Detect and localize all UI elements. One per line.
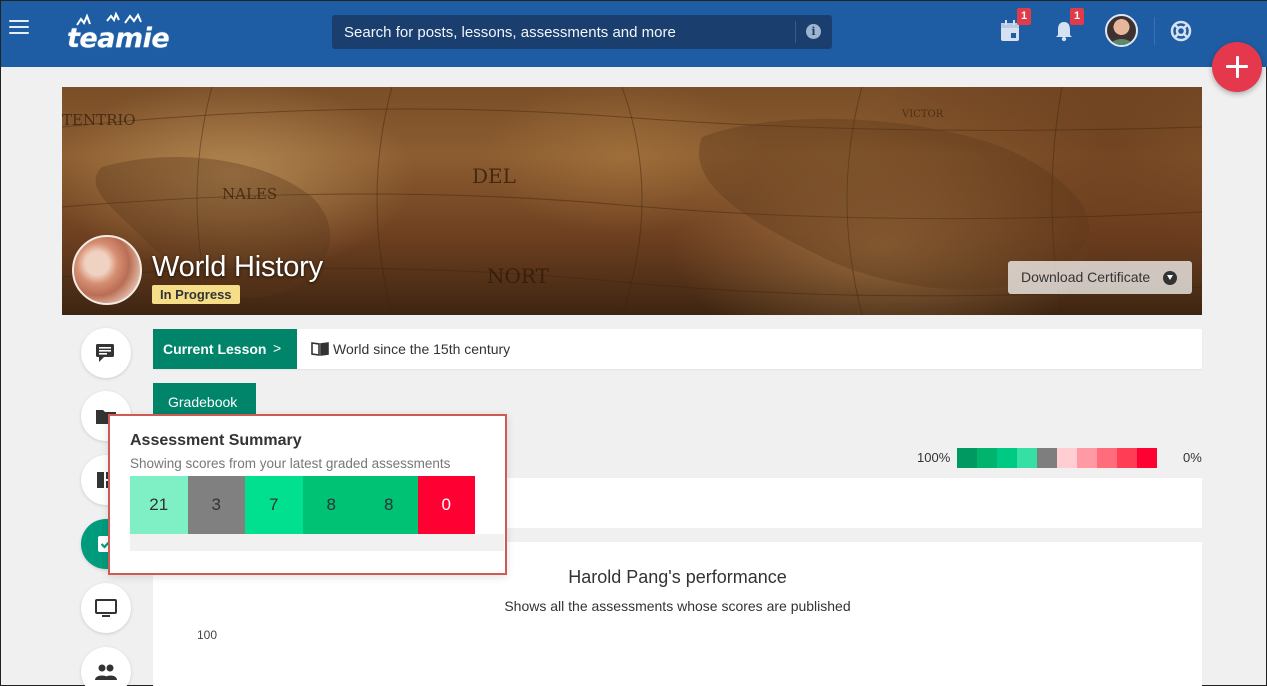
download-arrow-icon bbox=[1163, 271, 1177, 285]
current-lesson-button[interactable]: Current Lesson > bbox=[153, 329, 297, 369]
chevron-right-icon: > bbox=[273, 340, 282, 356]
scale-swatch bbox=[1097, 448, 1117, 468]
download-certificate-button[interactable]: Download Certificate bbox=[1008, 261, 1192, 294]
scale-swatch bbox=[1037, 448, 1057, 468]
score-cell[interactable]: 0 bbox=[417, 476, 475, 534]
scale-swatch bbox=[997, 448, 1017, 468]
chat-bubble-icon bbox=[96, 344, 114, 362]
scale-high-label: 100% bbox=[917, 450, 951, 465]
notifications-bell-icon[interactable]: 1 bbox=[1053, 8, 1084, 42]
notifications-badge: 1 bbox=[1070, 8, 1084, 25]
course-title: World History bbox=[152, 251, 323, 283]
score-cell[interactable]: 8 bbox=[302, 476, 360, 534]
calendar-icon[interactable]: 1 bbox=[1000, 8, 1031, 42]
score-row: 21 3 7 8 8 0 bbox=[130, 476, 475, 534]
sidebar-item-classroom[interactable] bbox=[81, 583, 131, 633]
search-input[interactable]: Search for posts, lessons, assessments a… bbox=[332, 15, 832, 49]
assessment-summary-title: Assessment Summary bbox=[130, 432, 302, 449]
hamburger-menu-icon[interactable] bbox=[9, 20, 29, 36]
search-divider bbox=[795, 21, 796, 43]
header-divider bbox=[1154, 17, 1155, 45]
open-book-icon bbox=[311, 342, 329, 356]
assessment-summary-popup: Assessment Summary Showing scores from y… bbox=[108, 414, 507, 575]
scale-swatch bbox=[1117, 448, 1137, 468]
download-certificate-label: Download Certificate bbox=[1021, 269, 1151, 285]
map-word: VICTOR bbox=[901, 109, 944, 120]
map-word: NALES bbox=[222, 185, 277, 203]
score-color-scale bbox=[957, 448, 1157, 468]
score-cell[interactable]: 21 bbox=[130, 476, 188, 534]
scale-swatch bbox=[1077, 448, 1097, 468]
assessment-summary-subtitle: Showing scores from your latest graded a… bbox=[130, 456, 451, 471]
score-cell[interactable]: 7 bbox=[245, 476, 303, 534]
sidebar-item-posts[interactable] bbox=[81, 328, 131, 378]
help-lifebuoy-icon[interactable] bbox=[1170, 20, 1192, 42]
create-new-plus-button[interactable] bbox=[1212, 42, 1262, 92]
summary-footer bbox=[130, 534, 504, 551]
performance-subtitle: Shows all the assessments whose scores a… bbox=[504, 598, 851, 614]
current-lesson-bar: Current Lesson > World since the 15th ce… bbox=[153, 329, 1202, 369]
logo-text: teamie bbox=[67, 23, 170, 54]
top-navbar: teamie Search for posts, lessons, assess… bbox=[1, 1, 1267, 67]
map-word: DEL bbox=[472, 164, 516, 188]
people-group-icon bbox=[95, 664, 117, 680]
sidebar-item-members[interactable] bbox=[81, 647, 131, 686]
current-lesson-title[interactable]: World since the 15th century bbox=[333, 341, 510, 357]
scale-swatch bbox=[957, 448, 977, 468]
map-word: TENTRIO bbox=[62, 111, 136, 129]
search-placeholder: Search for posts, lessons, assessments a… bbox=[344, 24, 676, 41]
scale-swatch bbox=[977, 448, 997, 468]
user-avatar[interactable] bbox=[1105, 14, 1138, 47]
score-cell[interactable]: 8 bbox=[360, 476, 418, 534]
calendar-badge: 1 bbox=[1017, 8, 1031, 25]
course-avatar bbox=[72, 235, 142, 305]
scale-swatch bbox=[1057, 448, 1077, 468]
scale-swatch bbox=[1137, 448, 1157, 468]
score-cell[interactable]: 3 bbox=[187, 476, 245, 534]
map-word: NORT bbox=[487, 264, 550, 288]
status-badge: In Progress bbox=[152, 285, 240, 304]
scale-swatch bbox=[1017, 448, 1037, 468]
scale-low-label: 0% bbox=[1183, 450, 1202, 465]
info-icon[interactable]: i bbox=[806, 24, 821, 39]
teamie-logo[interactable]: teamie bbox=[67, 9, 170, 54]
tab-gradebook-label: Gradebook bbox=[168, 394, 238, 410]
current-lesson-label: Current Lesson bbox=[163, 341, 267, 357]
course-banner: TENTRIO NALES DEL NORT VICTOR World Hist… bbox=[62, 87, 1202, 315]
y-axis-tick-label: 100 bbox=[197, 628, 218, 642]
monitor-icon bbox=[95, 599, 117, 617]
